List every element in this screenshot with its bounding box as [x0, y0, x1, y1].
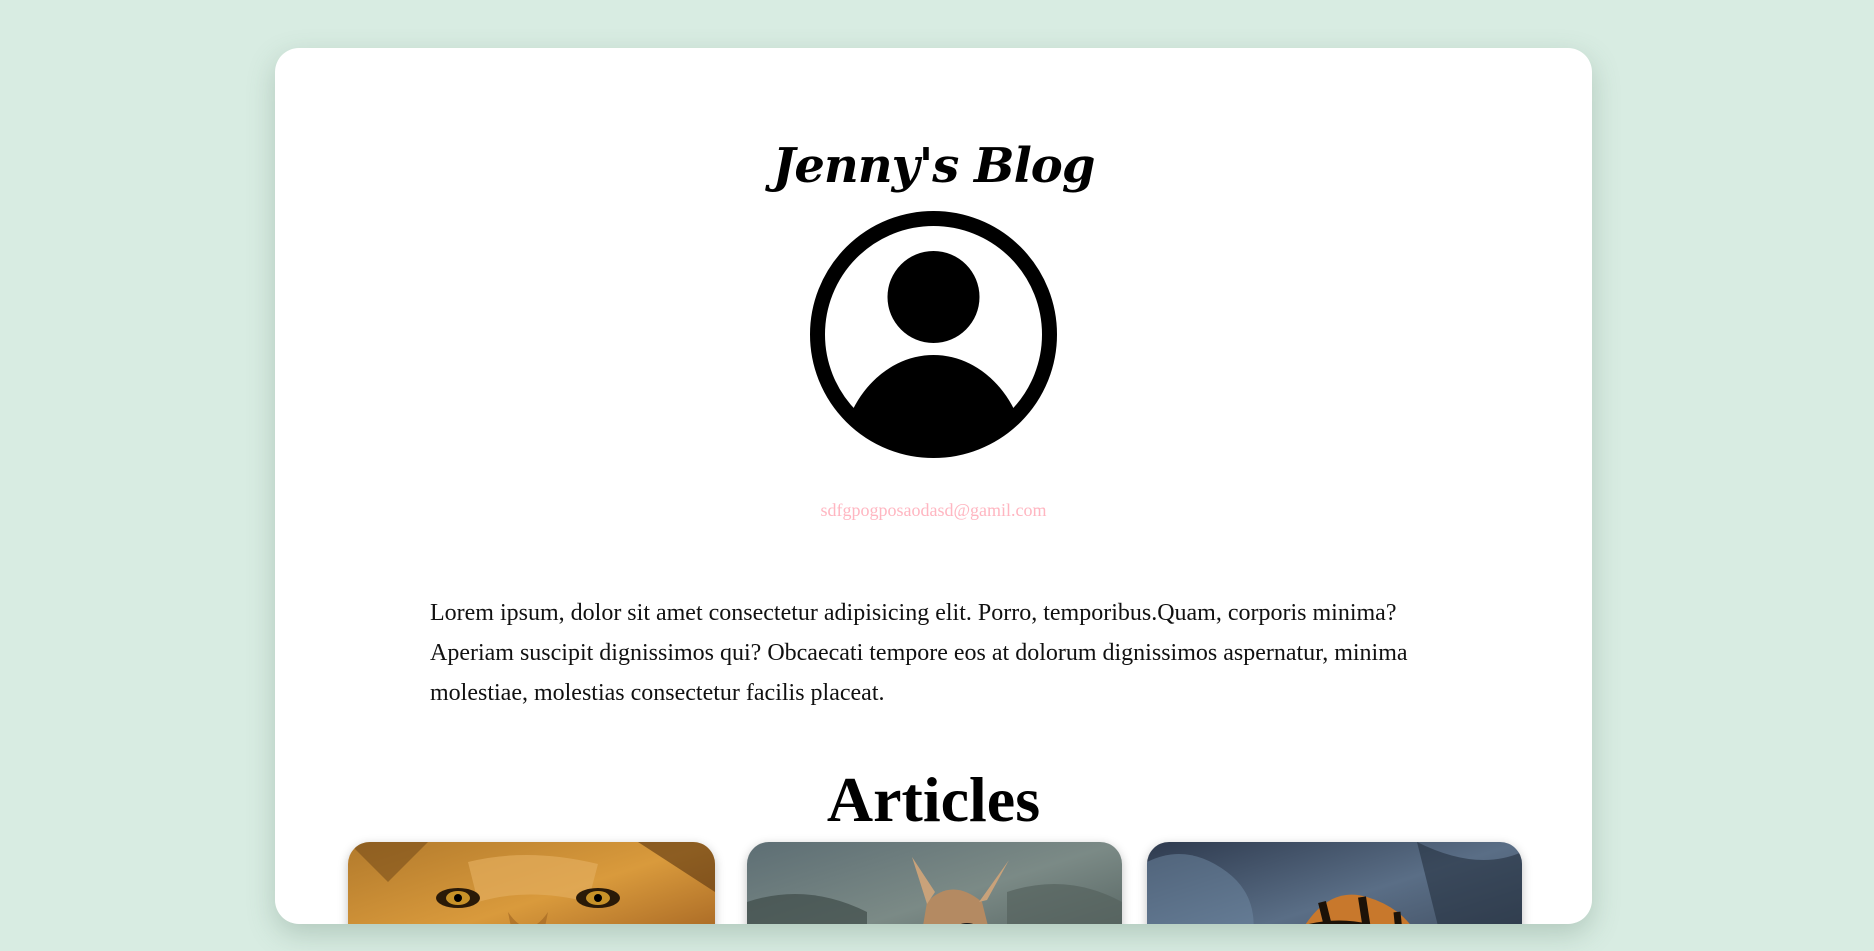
- article-card-tiger[interactable]: [1147, 842, 1522, 924]
- article-card-lion[interactable]: [348, 842, 715, 924]
- email-link[interactable]: sdfgpogposaodasd@gamil.com: [275, 499, 1592, 521]
- articles-heading: Articles: [826, 764, 1041, 835]
- lion-image: [348, 842, 715, 924]
- tiger-image: [1147, 842, 1522, 924]
- article-card-antelope[interactable]: [747, 842, 1122, 924]
- user-avatar-icon: [808, 209, 1059, 460]
- bio-text: Lorem ipsum, dolor sit amet consectetur …: [430, 600, 1408, 706]
- blog-title: Jenny's Blog: [772, 138, 1096, 194]
- antelope-image: [747, 842, 1122, 924]
- blog-card: Jenny's Blog sdfgpogposaodasd@gamil.com …: [275, 48, 1592, 924]
